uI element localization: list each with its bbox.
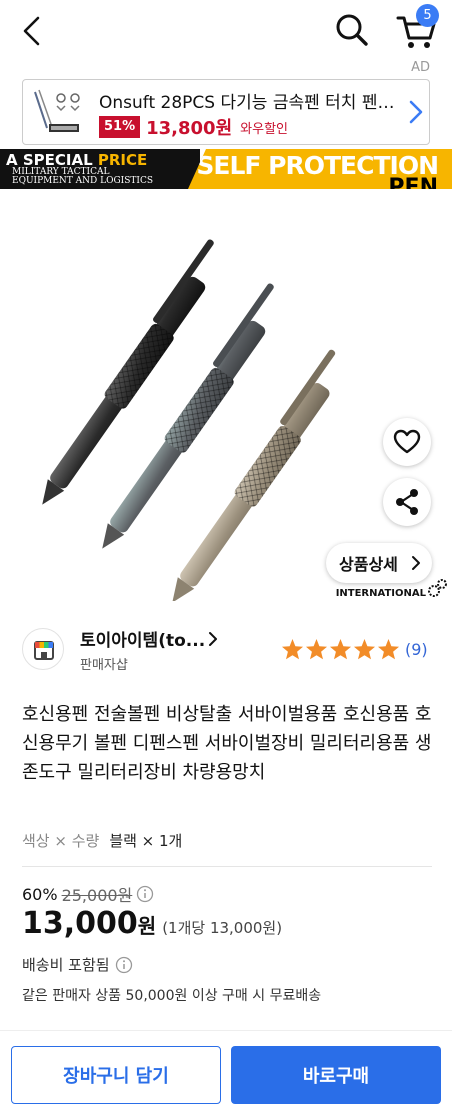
like-button[interactable] xyxy=(383,418,431,466)
store-icon xyxy=(34,641,54,660)
ad-banner[interactable]: Onsuft 28PCS 다기능 금속펜 터치 펜 스타일러스 포함 51% 1… xyxy=(22,79,430,145)
chevron-left-icon xyxy=(23,16,40,46)
seller-name-link[interactable]: 토이아이템(to... xyxy=(80,626,219,651)
buy-now-button[interactable]: 바로구매 xyxy=(231,1046,441,1104)
tactical-pens-photo xyxy=(42,239,336,601)
option-label: 색상 × 수량 xyxy=(22,832,100,850)
bottom-action-bar: 장바구니 담기 바로구매 xyxy=(0,1030,452,1115)
star-icon xyxy=(305,638,328,660)
original-price: 25,000원 xyxy=(61,886,133,905)
divider xyxy=(22,866,432,867)
unit-price: (1개당 13,000원) xyxy=(162,919,283,937)
info-icon[interactable] xyxy=(136,885,154,903)
seller-name: 토이아이템(to... xyxy=(80,631,206,651)
discount-rate: 60% xyxy=(22,884,58,904)
star-icon xyxy=(353,638,376,660)
product-title: 호신용펜 전술볼펜 비상탈출 서바이벌용품 호신용품 호신용무기 볼펜 디펜스펜… xyxy=(22,704,432,783)
search-button[interactable] xyxy=(332,10,372,50)
chevron-right-icon xyxy=(412,556,420,570)
back-button[interactable] xyxy=(16,14,50,48)
cart-count-badge: 5 xyxy=(416,4,439,27)
cart-button[interactable]: 5 xyxy=(392,4,442,54)
chevron-right-icon xyxy=(209,631,218,646)
share-button[interactable] xyxy=(383,478,431,526)
rating-stars xyxy=(281,638,400,660)
info-icon[interactable] xyxy=(115,956,133,974)
selected-option: 색상 × 수량 블랙 × 1개 xyxy=(22,830,182,851)
search-icon xyxy=(336,14,368,46)
rating-summary[interactable]: (9) xyxy=(281,638,428,660)
subtitle-line-2: EQUIPMENT AND LOGISTICS xyxy=(12,176,153,186)
free-shipping-notice: 같은 판매자 상품 50,000원 이상 구매 시 무료배송 xyxy=(22,988,322,1004)
special-price-banner: A SPECIAL PRICE MILITARY TACTICAL EQUIPM… xyxy=(0,149,200,189)
star-icon xyxy=(377,638,400,660)
add-to-cart-button[interactable]: 장바구니 담기 xyxy=(11,1046,221,1104)
seller-role: 판매자샵 xyxy=(80,658,128,673)
chevron-right-icon xyxy=(409,100,423,124)
shipping-row: 배송비 포함됨 xyxy=(22,954,133,975)
product-detail-label: 상품상세 xyxy=(339,555,398,574)
self-protection-banner: SELF PROTECTION PEN xyxy=(188,149,452,189)
ad-discount-badge: 51% xyxy=(99,116,141,138)
top-header: 5 xyxy=(0,0,452,62)
option-value: 블랙 × 1개 xyxy=(109,832,183,850)
ad-label: AD xyxy=(411,60,430,75)
share-icon xyxy=(396,489,418,515)
ad-product-thumbnail xyxy=(29,84,85,140)
seller-avatar[interactable] xyxy=(22,628,64,670)
shipping-label: 배송비 포함됨 xyxy=(22,956,110,974)
rating-count: (9) xyxy=(405,639,428,659)
ad-price: 13,800원 xyxy=(146,118,233,139)
special-price-subtitle: MILITARY TACTICAL EQUIPMENT AND LOGISTIC… xyxy=(12,168,153,186)
sale-price: 13,000 xyxy=(22,906,138,941)
original-price-row: 60% 25,000원 xyxy=(22,882,154,906)
ad-price-row: 51% 13,800원 와우할인 xyxy=(99,115,288,139)
brand-watermark-text: INTERNATIONAL xyxy=(335,588,426,599)
currency-label: 원 xyxy=(137,914,157,938)
star-icon xyxy=(329,638,352,660)
ad-promo-label: 와우할인 xyxy=(240,121,288,137)
ad-title: Onsuft 28PCS 다기능 금속펜 터치 펜 스타일러스 포함 xyxy=(99,93,399,113)
star-icon xyxy=(281,638,304,660)
product-detail-button[interactable]: 상품상세 xyxy=(326,543,432,583)
gear-icon xyxy=(428,579,447,597)
sale-price-row: 13,000 원 (1개당 13,000원) xyxy=(22,906,282,941)
product-image[interactable]: A SPECIAL PRICE MILITARY TACTICAL EQUIPM… xyxy=(0,149,452,601)
heart-icon xyxy=(393,429,421,454)
